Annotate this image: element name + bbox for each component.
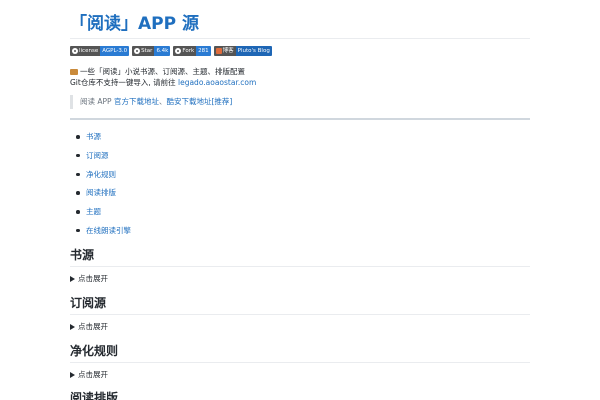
section-divider (70, 266, 530, 267)
description: 一些「阅读」小说书源、订阅源、主题、排版配置 Git仓库不支持一键导入, 请前往… (70, 66, 256, 88)
badge-blog[interactable]: 博客 Pluto's Blog (213, 46, 272, 56)
badge-value: 6.4k (154, 46, 171, 56)
section-heading: 订阅源 (70, 296, 107, 310)
toc-item[interactable]: 主题 (76, 205, 131, 224)
section-divider (70, 362, 530, 363)
section-purify-rules: 净化规则 点击展开 (70, 343, 530, 381)
description-note: Git仓库不支持一键导入, 请前往 (70, 78, 178, 87)
section-heading: 净化规则 (70, 344, 119, 358)
badge-fork[interactable]: Fork 281 (173, 46, 211, 56)
expand-toggle[interactable]: 点击展开 (70, 369, 530, 381)
toc-item[interactable]: 阅读排版 (76, 186, 131, 205)
toc-item[interactable]: 书源 (76, 130, 131, 149)
badge-value: 281 (196, 46, 211, 56)
title-divider (70, 38, 530, 39)
badge-license[interactable]: license AGPL-3.0 (70, 46, 130, 56)
badge-label: 博客 (222, 48, 234, 54)
badge-label: Star (141, 48, 153, 54)
coolapk-download-link[interactable]: 酷安下载地址[推荐] (166, 97, 232, 106)
github-icon (134, 48, 141, 54)
section-divider (70, 314, 530, 315)
section-reading-layout: 阅读排版 (70, 390, 530, 400)
expand-toggle[interactable]: 点击展开 (70, 321, 530, 333)
blog-icon (215, 48, 222, 54)
section-subscriptions: 订阅源 点击展开 (70, 295, 530, 333)
table-of-contents: 书源 订阅源 净化规则 阅读排版 主题 在线朗读引擎 (76, 130, 131, 243)
books-icon (70, 68, 78, 75)
page: 「阅读」APP 源 license AGPL-3.0 Star 6.4k For… (0, 0, 600, 400)
badge-star[interactable]: Star 6.4k (132, 46, 171, 56)
page-title: 「阅读」APP 源 (70, 14, 199, 34)
toc-item[interactable]: 净化规则 (76, 168, 131, 187)
horizontal-rule (70, 118, 530, 120)
triangle-right-icon (70, 276, 75, 282)
expand-toggle[interactable]: 点击展开 (70, 273, 530, 285)
badge-label: license (79, 48, 99, 54)
section-book-sources: 书源 点击展开 (70, 247, 530, 285)
section-heading: 书源 (70, 248, 95, 262)
badge-value: Pluto's Blog (235, 46, 272, 56)
description-line: 一些「阅读」小说书源、订阅源、主题、排版配置 (80, 67, 245, 76)
download-quote: 阅读 APP 官方下载地址、酷安下载地址[推荐] (70, 95, 530, 109)
toc-item[interactable]: 订阅源 (76, 149, 131, 168)
github-icon (72, 48, 78, 54)
toc-item[interactable]: 在线朗读引擎 (76, 224, 131, 243)
badge-label: Fork (182, 48, 195, 54)
section-heading: 阅读排版 (70, 391, 119, 400)
triangle-right-icon (70, 372, 75, 378)
quote-prefix: 阅读 APP (80, 97, 114, 106)
triangle-right-icon (70, 324, 75, 330)
badge-row: license AGPL-3.0 Star 6.4k Fork 281 博客 P… (70, 46, 272, 56)
badge-value: AGPL-3.0 (100, 46, 130, 56)
official-download-link[interactable]: 官方下载地址 (114, 97, 159, 106)
legado-link[interactable]: legado.aoaostar.com (178, 78, 256, 87)
github-icon (175, 48, 182, 54)
